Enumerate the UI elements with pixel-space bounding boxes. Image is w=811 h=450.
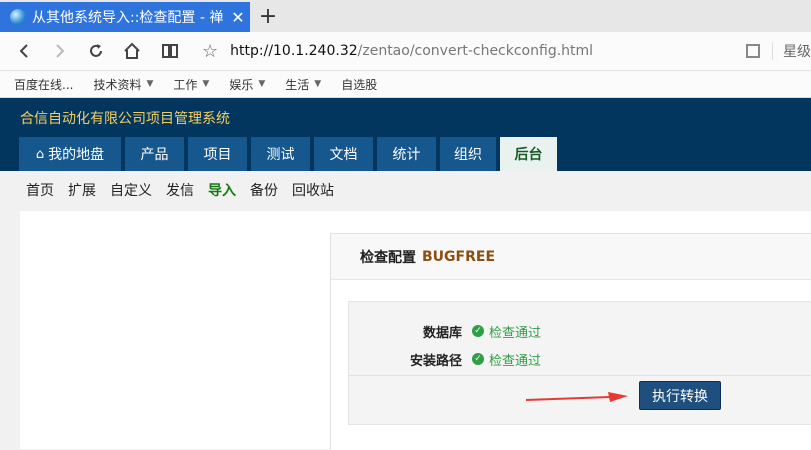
bookmark-label: 自选股 <box>341 77 378 92</box>
bookmark-item[interactable]: 技术资料 ▼ <box>93 76 153 93</box>
bookmark-label: 技术资料 <box>93 77 142 92</box>
nav-tab[interactable]: 组织 <box>440 137 496 171</box>
back-icon <box>19 44 28 58</box>
bookmark-item[interactable]: 自选股 <box>341 76 377 93</box>
submenu-item[interactable]: 导入 <box>208 180 236 200</box>
submenu-item[interactable]: 自定义 <box>110 180 152 200</box>
main-nav: ⌂ 我的地盘 产品 项目 测试 文档 统计 组织 后台 <box>19 137 561 171</box>
toolbar-right: 星级 <box>746 41 811 61</box>
check-label: 安装路径 <box>409 353 462 369</box>
card-subtitle: BUGFREE <box>422 248 496 265</box>
nav-tab[interactable]: 测试 <box>251 137 310 171</box>
check-row-database: 数据库 ✓ 检查通过 <box>349 317 811 345</box>
submenu-item[interactable]: 扩展 <box>68 180 96 200</box>
check-status: 检查通过 <box>489 325 542 341</box>
nav-tab[interactable]: 后台 <box>500 137 557 171</box>
reload-button[interactable] <box>84 39 108 63</box>
browser-tab-strip: 从其他系统导入::检查配置 - 禅 ✕ + <box>0 0 811 32</box>
bookmark-label: 百度在线... <box>14 77 74 92</box>
nav-tab[interactable]: 项目 <box>188 137 247 171</box>
bookmarks-bar: 百度在线... 技术资料 ▼ 工作 ▼ 娱乐 ▼ 生活 ▼ 自选股 <box>0 71 811 98</box>
home-button[interactable] <box>120 39 144 63</box>
tab-title: 从其他系统导入::检查配置 - 禅 <box>32 10 224 26</box>
nav-tab[interactable]: 统计 <box>377 137 436 171</box>
divider <box>349 375 811 376</box>
url-text[interactable]: http://10.1.240.32/zentao/convert-checkc… <box>230 43 593 59</box>
nav-tab-label: 测试 <box>266 147 295 163</box>
back-button[interactable] <box>12 39 36 63</box>
submenu-item[interactable]: 备份 <box>250 180 278 200</box>
book-icon <box>162 44 178 58</box>
nav-tab-label: 产品 <box>140 147 169 163</box>
bookmark-item[interactable]: 百度在线... <box>14 76 73 93</box>
nav-tab-label: 组织 <box>454 147 482 163</box>
app-header: 合信自动化有限公司项目管理系统 ⌂ 我的地盘 产品 项目 测试 文档 统计 组织 后台 <box>0 98 811 171</box>
bookmark-item[interactable]: 工作 ▼ <box>173 76 209 93</box>
check-row-install-path: 安装路径 ✓ 检查通过 <box>349 345 811 373</box>
browser-toolbar: ☆ http://10.1.240.32/zentao/convert-chec… <box>0 32 811 71</box>
check-results: 数据库 ✓ 检查通过 安装路径 ✓ 检查通过 <box>348 301 811 425</box>
caret-down-icon: ▼ <box>202 79 210 89</box>
submenu-item[interactable]: 回收站 <box>292 180 334 200</box>
check-config-card: 检查配置 BUGFREE 数据库 ✓ 检查通过 安装路径 ✓ 检查通过 <box>330 233 811 450</box>
browser-tab[interactable]: 从其他系统导入::检查配置 - 禅 ✕ <box>0 2 250 32</box>
company-name: 合信自动化有限公司项目管理系统 <box>20 111 230 127</box>
annotation-arrow-icon <box>526 392 628 402</box>
nav-tab[interactable]: 文档 <box>314 137 373 171</box>
submenu-item[interactable]: 首页 <box>26 180 54 200</box>
reader-button[interactable] <box>158 39 182 63</box>
bookmark-label: 生活 <box>285 77 310 92</box>
home-icon <box>124 42 140 59</box>
caret-down-icon: ▼ <box>258 79 266 89</box>
bookmark-item[interactable]: 生活 ▼ <box>285 76 321 93</box>
new-tab-button[interactable]: + <box>258 4 278 29</box>
bookmark-star-icon[interactable]: ☆ <box>202 41 218 62</box>
admin-submenu: 首页 扩展 自定义 发信 导入 备份 回收站 <box>0 171 811 208</box>
home-icon: ⌂ <box>35 146 45 162</box>
browser-logo-icon <box>10 9 26 25</box>
bookmark-item[interactable]: 娱乐 ▼ <box>229 76 265 93</box>
nav-tab-label: 项目 <box>203 147 232 163</box>
check-status: 检查通过 <box>489 353 542 369</box>
card-header: 检查配置 BUGFREE <box>331 234 811 280</box>
check-circle-icon: ✓ <box>472 325 484 337</box>
bookmark-label: 娱乐 <box>229 77 254 92</box>
close-tab-icon[interactable]: ✕ <box>228 8 248 27</box>
nav-tab-label: 我的地盘 <box>48 147 105 163</box>
submenu-item[interactable]: 发信 <box>166 180 194 200</box>
card-title: 检查配置 <box>360 249 416 266</box>
rating-label[interactable]: 星级 <box>783 41 811 61</box>
qr-code-icon[interactable] <box>746 44 760 58</box>
caret-down-icon: ▼ <box>314 79 322 89</box>
reload-icon <box>90 44 102 57</box>
check-circle-icon: ✓ <box>472 353 484 365</box>
nav-tab[interactable]: ⌂ 我的地盘 <box>19 137 121 171</box>
caret-down-icon: ▼ <box>146 79 154 89</box>
nav-tab-label: 后台 <box>514 147 543 163</box>
nav-tab-label: 文档 <box>329 147 358 163</box>
bookmark-label: 工作 <box>173 77 198 92</box>
nav-tab[interactable]: 产品 <box>125 137 184 171</box>
forward-button[interactable] <box>48 39 72 63</box>
address-bar[interactable]: ☆ http://10.1.240.32/zentao/convert-chec… <box>202 37 811 65</box>
execute-convert-button[interactable]: 执行转换 <box>639 381 721 410</box>
nav-tab-label: 统计 <box>392 147 421 163</box>
check-label: 数据库 <box>422 325 462 341</box>
forward-icon <box>56 44 65 58</box>
